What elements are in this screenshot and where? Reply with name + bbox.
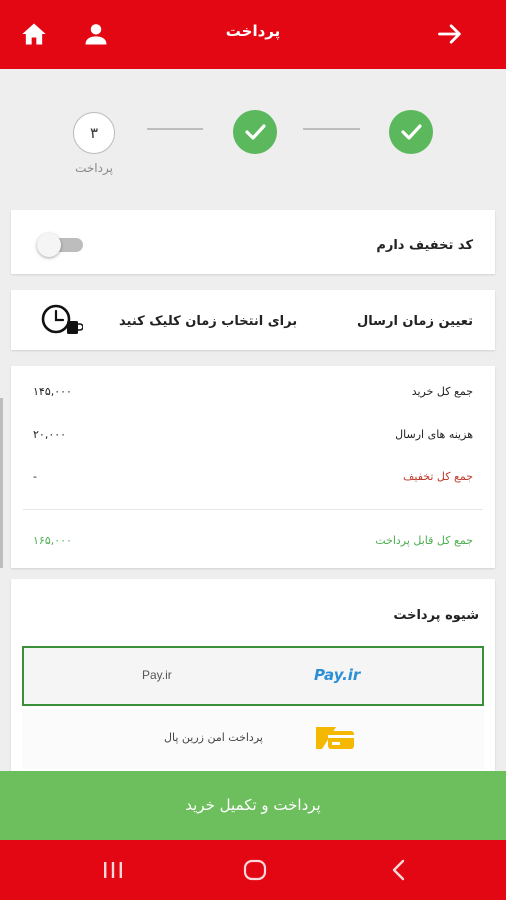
discount-label: کد تخفیف دارم [376, 238, 473, 253]
shipping-time-label: تعیین زمان ارسال [357, 314, 473, 329]
recent-apps-icon[interactable] [100, 858, 126, 882]
back-chevron-icon[interactable] [386, 858, 412, 882]
step-label: پرداخت [75, 161, 113, 175]
payment-method-card: شیوه پرداخت Pay.ir Pay.ir پرداخت امن زری… [11, 579, 495, 789]
zarinpal-name: پرداخت امن زرین پال [164, 731, 263, 744]
payable-label: جمع کل قابل پرداخت [375, 534, 473, 547]
step-number: ۳ [89, 124, 99, 142]
payable-value: ۱۶۵,۰۰۰ [33, 534, 72, 547]
payment-option-zarinpal[interactable]: پرداخت امن زرین پال [22, 709, 484, 769]
scroll-edge [0, 398, 3, 568]
shipping-time-hint[interactable]: برای انتخاب زمان کلیک کنید [119, 314, 297, 329]
checkout-stepper: ۳ پرداخت [0, 106, 506, 186]
shipping-label: هزینه های ارسال [395, 428, 473, 441]
shipping-row: هزینه های ارسال ۲۰,۰۰۰ [11, 428, 495, 448]
step-done-1 [389, 110, 433, 154]
payment-heading: شیوه پرداخت [393, 608, 479, 623]
shipping-value: ۲۰,۰۰۰ [33, 428, 67, 441]
discount-row: جمع کل تخفیف - [11, 470, 495, 490]
payable-row: جمع کل قابل پرداخت ۱۶۵,۰۰۰ [11, 534, 495, 554]
order-summary-card: جمع کل خرید ۱۴۵,۰۰۰ هزینه های ارسال ۲۰,۰… [11, 366, 495, 568]
total-value: ۱۴۵,۰۰۰ [33, 385, 72, 398]
clock-icon[interactable] [39, 302, 83, 338]
divider [23, 509, 483, 510]
app-header: پرداخت [0, 0, 506, 69]
check-icon [245, 124, 266, 140]
step-done-2 [233, 110, 277, 154]
step-payment: ۳ [73, 112, 115, 154]
zarinpal-icon [316, 727, 354, 749]
payir-name: Pay.ir [142, 668, 172, 682]
toggle-knob [37, 233, 61, 257]
discount-card: کد تخفیف دارم [11, 210, 495, 274]
arrow-right-icon[interactable] [436, 20, 464, 48]
pay-and-complete-button[interactable]: پرداخت و تکمیل خرید [0, 771, 506, 840]
payment-option-payir[interactable]: Pay.ir Pay.ir [22, 646, 484, 706]
system-nav-bar [0, 840, 506, 900]
total-row: جمع کل خرید ۱۴۵,۰۰۰ [11, 385, 495, 405]
discount-total-value: - [33, 470, 37, 483]
home-circle-icon[interactable] [242, 858, 268, 882]
step-connector [303, 128, 360, 130]
shipping-time-card[interactable]: تعیین زمان ارسال برای انتخاب زمان کلیک ک… [11, 290, 495, 350]
page-title: پرداخت [225, 22, 281, 40]
discount-toggle[interactable] [37, 233, 83, 257]
step-connector [147, 128, 203, 130]
check-icon [401, 124, 422, 140]
total-label: جمع کل خرید [411, 385, 473, 398]
payir-logo: Pay.ir [314, 666, 361, 684]
discount-total-label: جمع کل تخفیف [402, 470, 473, 483]
